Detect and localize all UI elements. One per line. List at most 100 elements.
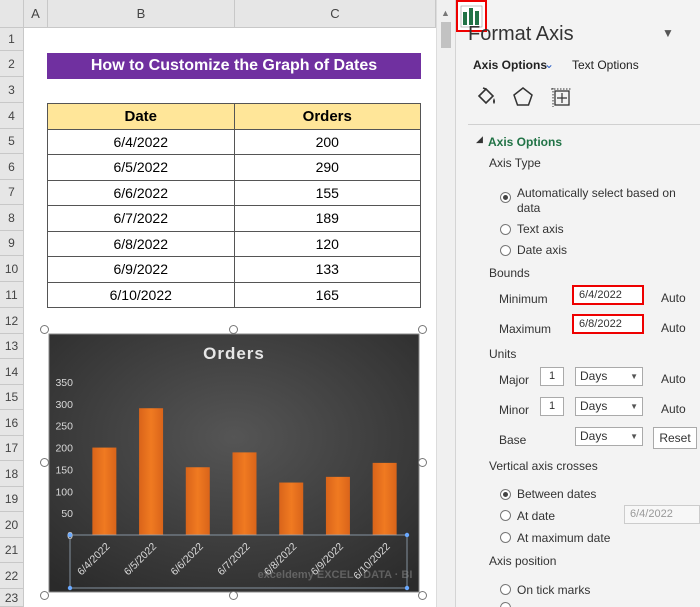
tab-axis-options[interactable]: Axis Options — [473, 58, 547, 72]
dropdown-arrow-icon: ▼ — [630, 432, 638, 441]
chart-resize-handle[interactable] — [40, 458, 49, 467]
chart-resize-handle[interactable] — [40, 325, 49, 334]
date-cell[interactable]: 6/10/2022 — [47, 281, 235, 308]
row-header[interactable]: 23 — [0, 589, 24, 607]
row-header[interactable]: 11 — [0, 282, 24, 308]
chart-resize-handle[interactable] — [40, 591, 49, 600]
section-collapse-icon[interactable]: ◢ — [476, 134, 483, 145]
select-all-corner[interactable] — [0, 0, 24, 28]
row-header[interactable]: 3 — [0, 77, 24, 103]
base-unit-dropdown[interactable]: Days ▼ — [575, 427, 643, 446]
radio-at-maximum-date[interactable] — [500, 532, 511, 543]
date-cell[interactable]: 6/6/2022 — [47, 179, 235, 206]
tab-text-options[interactable]: Text Options — [572, 58, 639, 72]
minor-unit-dropdown[interactable]: Days ▼ — [575, 397, 643, 416]
radio-date-axis[interactable] — [500, 245, 511, 256]
row-header[interactable]: 16 — [0, 410, 24, 436]
orders-cell[interactable]: 200 — [233, 128, 422, 155]
minor-input[interactable]: 1 — [540, 397, 564, 416]
fill-line-icon[interactable] — [471, 82, 501, 112]
option-auto-select[interactable]: Automatically select based on — [517, 186, 676, 200]
maximum-input[interactable]: 6/8/2022 — [572, 314, 644, 334]
date-cell[interactable]: 6/4/2022 — [47, 128, 235, 155]
row-header[interactable]: 14 — [0, 359, 24, 385]
row-header[interactable]: 9 — [0, 231, 24, 256]
radio-at-date[interactable] — [500, 510, 511, 521]
option-between-dates[interactable]: Between dates — [517, 487, 596, 501]
bar — [325, 476, 350, 535]
table-row: 6/6/2022 155 — [47, 179, 422, 206]
chart-resize-handle[interactable] — [418, 458, 427, 467]
minimum-label: Minimum — [499, 292, 548, 306]
date-cell[interactable]: 6/9/2022 — [47, 256, 235, 283]
row-header[interactable]: 15 — [0, 385, 24, 410]
row-header[interactable]: 17 — [0, 436, 24, 461]
minimum-auto-label[interactable]: Auto — [661, 291, 686, 305]
minimum-input[interactable]: 6/4/2022 — [572, 285, 644, 305]
row-header[interactable]: 21 — [0, 538, 24, 563]
header-orders[interactable]: Orders — [233, 103, 422, 130]
pane-separator — [468, 124, 700, 125]
orders-cell[interactable]: 133 — [233, 256, 422, 283]
section-axis-options[interactable]: Axis Options — [488, 135, 562, 149]
date-cell[interactable]: 6/8/2022 — [47, 230, 235, 257]
row-header[interactable]: 8 — [0, 205, 24, 231]
row-header[interactable]: 22 — [0, 563, 24, 589]
maximum-auto-label[interactable]: Auto — [661, 321, 686, 335]
tab-axis-options-chevron-icon[interactable]: ⌄ — [544, 57, 554, 71]
row-header[interactable]: 12 — [0, 308, 24, 334]
column-header-b[interactable]: B — [48, 0, 235, 28]
chart-resize-handle[interactable] — [229, 325, 238, 334]
orders-cell[interactable]: 189 — [233, 205, 422, 232]
row-header[interactable]: 2 — [0, 51, 24, 77]
header-date[interactable]: Date — [47, 103, 235, 130]
pane-options-chevron-icon[interactable]: ▼ — [662, 26, 674, 40]
date-cell[interactable]: 6/5/2022 — [47, 154, 235, 181]
row-header[interactable]: 13 — [0, 334, 24, 359]
radio-text-axis[interactable] — [500, 224, 511, 235]
option-at-maximum-date[interactable]: At maximum date — [517, 531, 610, 545]
date-cell[interactable]: 6/7/2022 — [47, 205, 235, 232]
size-properties-icon[interactable] — [546, 82, 576, 112]
effects-icon[interactable] — [508, 82, 538, 112]
major-auto-label[interactable]: Auto — [661, 372, 686, 386]
major-input[interactable]: 1 — [540, 367, 564, 386]
orders-cell[interactable]: 120 — [233, 230, 422, 257]
reset-button[interactable]: Reset — [653, 427, 697, 449]
row-header[interactable]: 19 — [0, 487, 24, 512]
row-header[interactable]: 18 — [0, 461, 24, 487]
orders-cell[interactable]: 290 — [233, 154, 422, 181]
scroll-thumb[interactable] — [441, 22, 451, 48]
radio-on-tick-marks[interactable] — [500, 584, 511, 595]
row-header[interactable]: 6 — [0, 154, 24, 180]
major-unit-dropdown[interactable]: Days ▼ — [575, 367, 643, 386]
orders-cell[interactable]: 165 — [233, 281, 422, 308]
spreadsheet[interactable]: A B C 1 2 3 4 5 6 7 8 9 10 11 12 13 14 15 16 17 18 19 20 21 2… — [0, 0, 455, 607]
option-on-tick-marks[interactable]: On tick marks — [517, 583, 590, 597]
sheet-vertical-scrollbar[interactable]: ▲ — [436, 0, 455, 607]
row-header[interactable]: 10 — [0, 256, 24, 282]
radio-auto-select[interactable] — [500, 192, 511, 203]
minor-auto-label[interactable]: Auto — [661, 402, 686, 416]
row-header[interactable]: 5 — [0, 129, 24, 154]
radio-between-tick-marks[interactable] — [500, 602, 511, 607]
orders-chart[interactable]: Orders0501001502002503003506/4/20226/5/2… — [40, 325, 427, 600]
row-header[interactable]: 4 — [0, 103, 24, 129]
column-header-c[interactable]: C — [235, 0, 436, 28]
column-header-a[interactable]: A — [24, 0, 48, 28]
at-date-input[interactable]: 6/4/2022 — [624, 505, 700, 524]
option-at-date[interactable]: At date — [517, 509, 555, 523]
option-auto-select-line2[interactable]: data — [517, 201, 540, 215]
chart-resize-handle[interactable] — [418, 591, 427, 600]
radio-between-dates[interactable] — [500, 489, 511, 500]
chart-resize-handle[interactable] — [418, 325, 427, 334]
row-header[interactable]: 7 — [0, 180, 24, 205]
row-header[interactable]: 20 — [0, 512, 24, 538]
chart-resize-handle[interactable] — [229, 591, 238, 600]
y-tick-label: 250 — [55, 421, 73, 433]
orders-cell[interactable]: 155 — [233, 179, 422, 206]
scroll-up-icon[interactable]: ▲ — [441, 8, 450, 18]
option-text-axis[interactable]: Text axis — [517, 222, 564, 236]
option-date-axis[interactable]: Date axis — [517, 243, 567, 257]
row-header[interactable]: 1 — [0, 28, 24, 51]
